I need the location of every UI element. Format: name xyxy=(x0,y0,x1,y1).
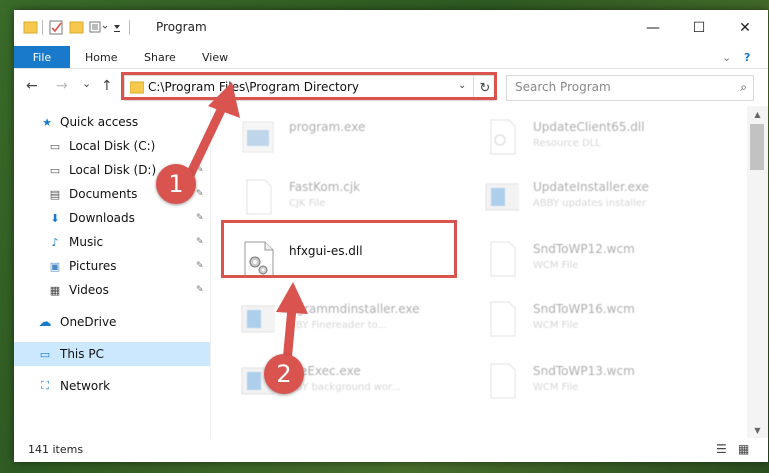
arrow-one xyxy=(185,82,240,180)
arrow-two xyxy=(276,282,308,367)
callout-badge-2: 2 xyxy=(264,354,304,394)
callout-badge-1: 1 xyxy=(156,164,196,204)
callout-arrows xyxy=(185,82,308,367)
